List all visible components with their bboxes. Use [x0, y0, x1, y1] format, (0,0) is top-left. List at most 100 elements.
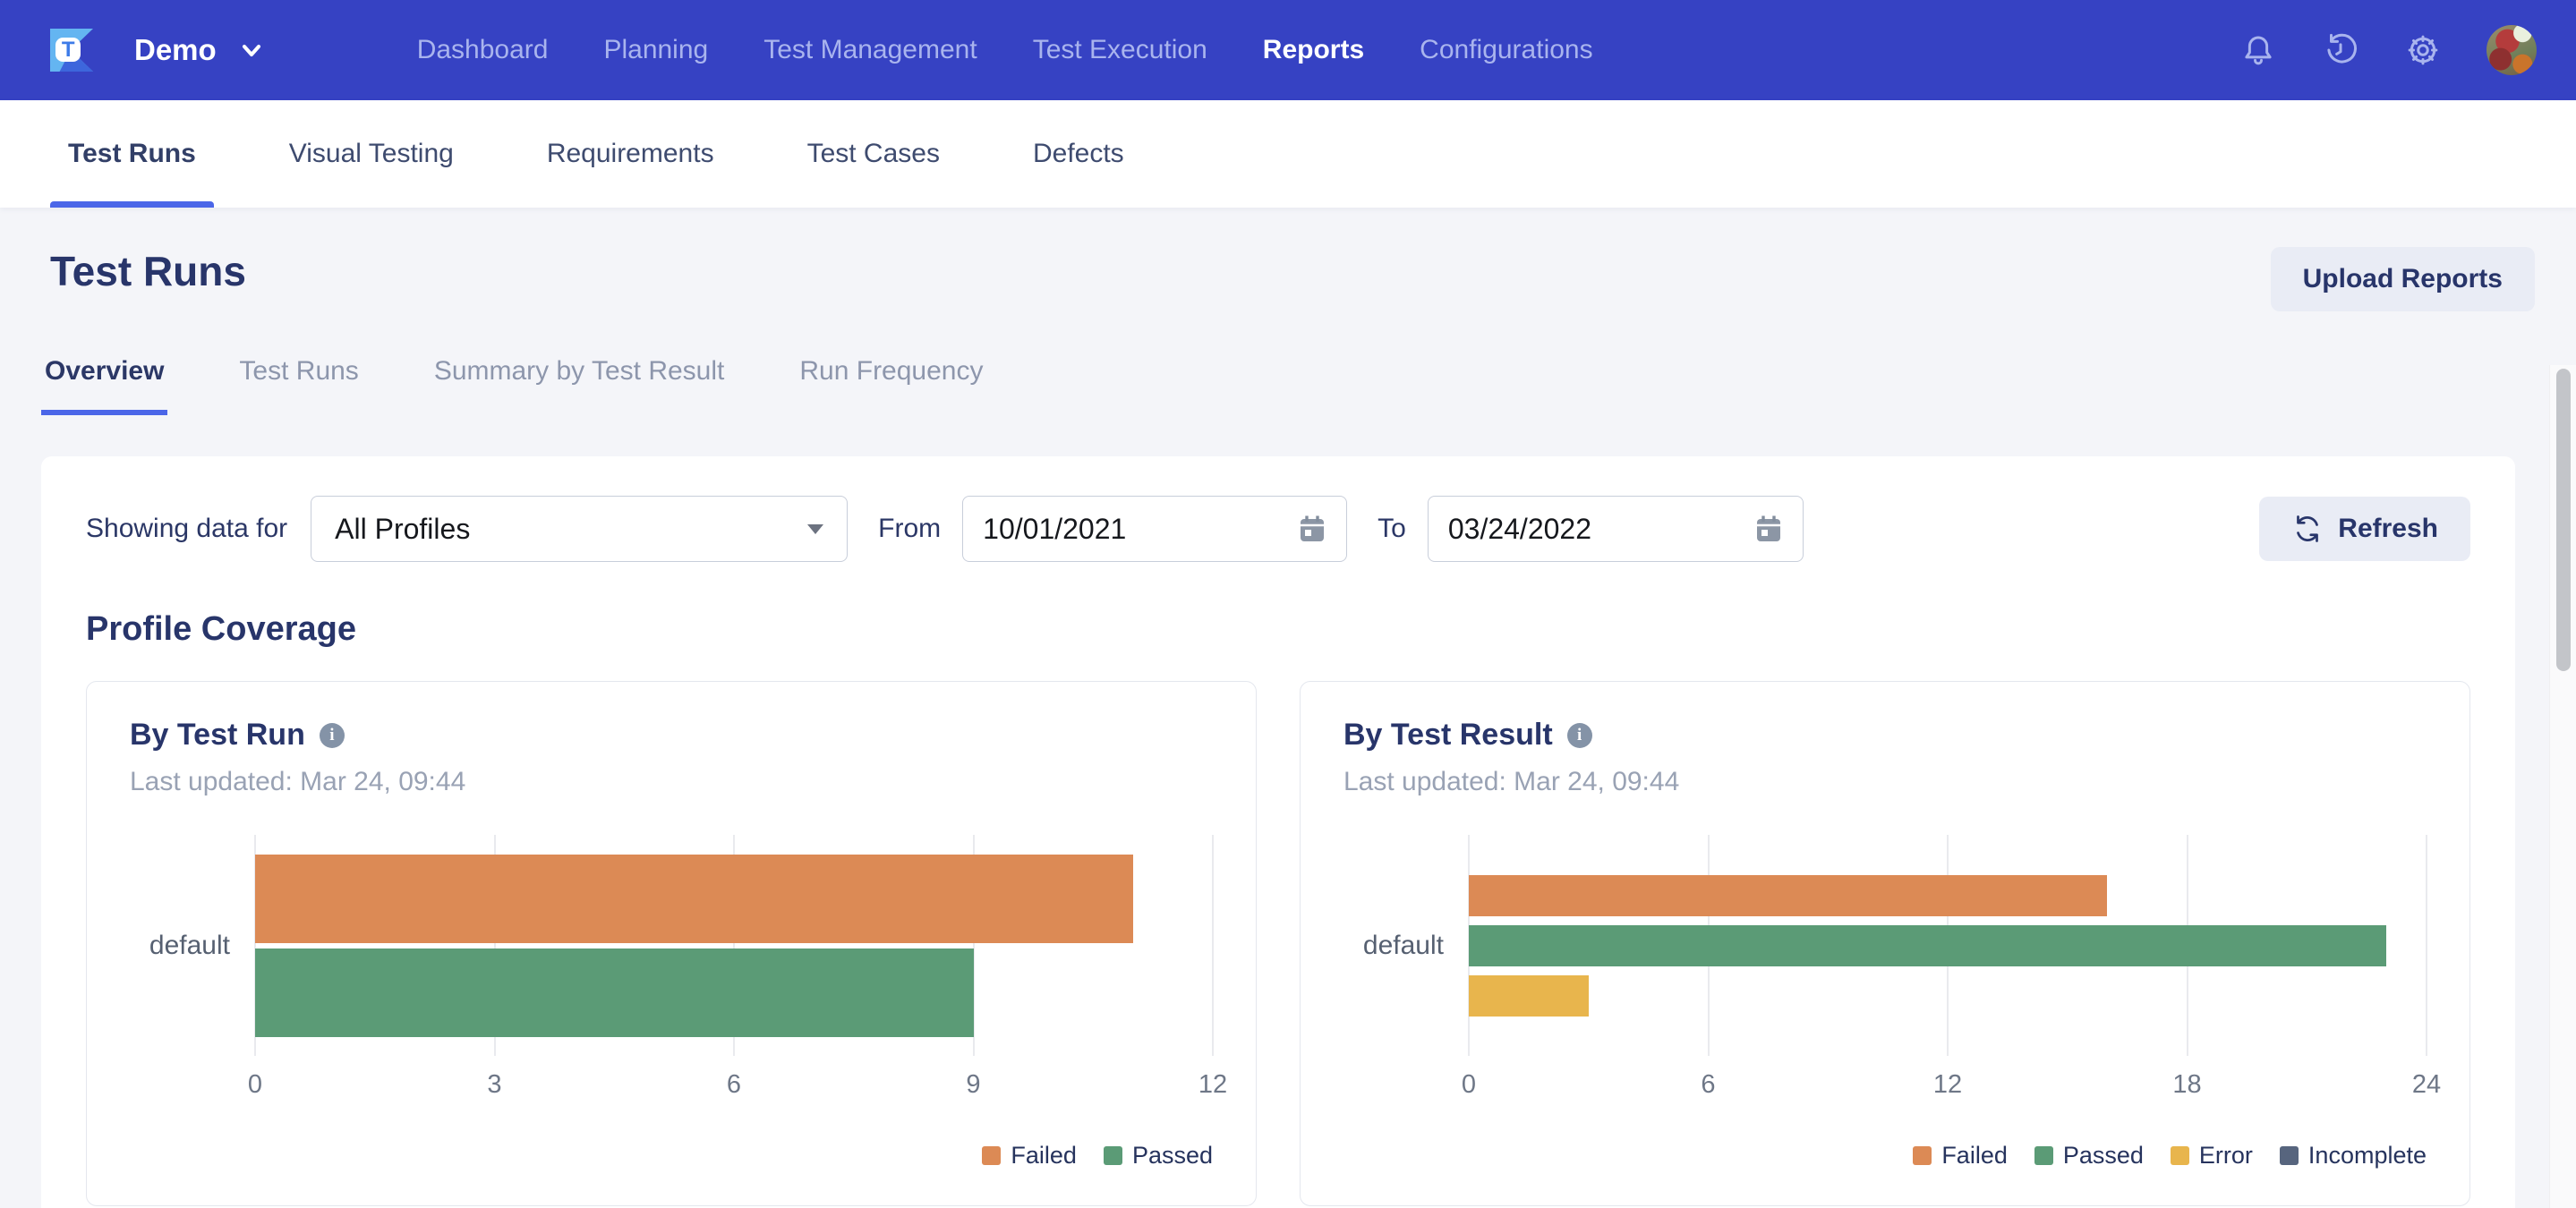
from-date-input[interactable]: 10/01/2021 [962, 496, 1347, 562]
info-icon[interactable]: i [320, 723, 345, 748]
notifications-button[interactable] [2239, 31, 2277, 69]
subtab-overview[interactable]: Overview [41, 356, 167, 415]
info-icon[interactable]: i [1567, 723, 1592, 748]
chart-card-by-test-run: By Test Run i Last updated: Mar 24, 09:4… [86, 681, 1257, 1206]
select-caret-icon [807, 524, 823, 534]
profile-select[interactable]: All Profiles [311, 496, 848, 562]
category-label: default [1343, 931, 1469, 961]
legend-swatch [2280, 1146, 2299, 1165]
legend-swatch [982, 1146, 1001, 1165]
gridline [2426, 835, 2427, 1056]
legend-item-failed: Failed [1913, 1142, 2008, 1170]
bar-passed [1469, 925, 2386, 966]
bar-chart: default 036912 [130, 835, 1213, 1056]
calendar-icon[interactable] [1754, 514, 1783, 544]
legend-item-incomplete: Incomplete [2280, 1142, 2427, 1170]
profile-select-value: All Profiles [335, 513, 470, 546]
overview-panel: Showing data for All Profiles From 10/01… [41, 456, 2515, 1208]
history-button[interactable] [2322, 31, 2359, 69]
bar-failed [255, 855, 1133, 943]
gear-icon [2404, 31, 2442, 69]
x-tick-label: 6 [1701, 1070, 1715, 1100]
top-navbar: T Demo Dashboard Planning Test Managemen… [0, 0, 2576, 100]
from-date-value: 10/01/2021 [983, 513, 1298, 546]
plot-area: 06121824 [1469, 835, 2427, 1056]
nav-item-dashboard[interactable]: Dashboard [417, 35, 549, 65]
tab-test-runs[interactable]: Test Runs [50, 100, 214, 208]
nav-item-test-execution[interactable]: Test Execution [1033, 35, 1207, 65]
gridline [1212, 835, 1214, 1056]
profile-filter-label: Showing data for [86, 514, 287, 544]
tab-test-cases[interactable]: Test Cases [789, 100, 958, 208]
legend-item-failed: Failed [982, 1142, 1077, 1170]
refresh-button[interactable]: Refresh [2259, 497, 2470, 561]
tab-visual-testing[interactable]: Visual Testing [271, 100, 472, 208]
bar-failed [1469, 875, 2107, 916]
chart-title: By Test Result [1343, 718, 1553, 753]
nav-item-test-management[interactable]: Test Management [763, 35, 977, 65]
page-title: Test Runs [50, 247, 246, 295]
chart-card-by-test-result: By Test Result i Last updated: Mar 24, 0… [1300, 681, 2470, 1206]
nav-item-reports[interactable]: Reports [1263, 35, 1364, 65]
tab-defects[interactable]: Defects [1015, 100, 1142, 208]
user-avatar[interactable] [2486, 25, 2537, 75]
bar-chart: default 06121824 [1343, 835, 2427, 1056]
legend-swatch [1104, 1146, 1122, 1165]
legend-swatch [2171, 1146, 2189, 1165]
from-label: From [878, 514, 941, 544]
legend-item-passed: Passed [1104, 1142, 1213, 1170]
nav-item-planning[interactable]: Planning [603, 35, 708, 65]
legend-label: Incomplete [2308, 1142, 2427, 1170]
settings-button[interactable] [2404, 31, 2442, 69]
legend-label: Failed [1941, 1142, 2008, 1170]
x-tick-label: 12 [1933, 1070, 1962, 1100]
filter-bar: Showing data for All Profiles From 10/01… [86, 496, 2470, 562]
refresh-icon [2291, 513, 2324, 545]
last-updated-text: Last updated: Mar 24, 09:44 [1343, 767, 2427, 797]
x-tick-label: 0 [248, 1070, 262, 1100]
subtab-test-runs[interactable]: Test Runs [235, 356, 362, 415]
subtab-run-frequency[interactable]: Run Frequency [796, 356, 986, 415]
vertical-scrollbar[interactable] [2549, 365, 2576, 1208]
last-updated-text: Last updated: Mar 24, 09:44 [130, 767, 1213, 797]
legend-swatch [1913, 1146, 1932, 1165]
legend-label: Error [2199, 1142, 2253, 1170]
x-tick-label: 12 [1198, 1070, 1227, 1100]
calendar-icon[interactable] [1298, 514, 1326, 544]
x-tick-label: 6 [727, 1070, 741, 1100]
refresh-label: Refresh [2338, 514, 2438, 544]
subtab-summary-by-test-result[interactable]: Summary by Test Result [431, 356, 729, 415]
nav-item-configurations[interactable]: Configurations [1420, 35, 1592, 65]
app-logo[interactable]: T [50, 29, 93, 72]
x-tick-label: 0 [1462, 1070, 1476, 1100]
chart-legend: Failed Passed Error Incomplete [1343, 1142, 2427, 1170]
history-icon [2322, 31, 2359, 69]
report-subtabs: Overview Test Runs Summary by Test Resul… [41, 356, 2576, 415]
x-tick-label: 24 [2412, 1070, 2441, 1100]
to-date-value: 03/24/2022 [1448, 513, 1754, 546]
project-switcher[interactable] [238, 39, 265, 61]
scrollbar-thumb[interactable] [2556, 369, 2571, 671]
primary-navigation: Dashboard Planning Test Management Test … [417, 35, 1593, 65]
chart-title: By Test Run [130, 718, 305, 753]
bar-error [1469, 975, 1589, 1017]
chevron-down-icon [238, 39, 265, 61]
x-tick-label: 18 [2172, 1070, 2201, 1100]
upload-reports-label: Upload Reports [2303, 264, 2503, 294]
legend-label: Passed [2063, 1142, 2144, 1170]
category-label: default [130, 931, 255, 961]
tab-requirements[interactable]: Requirements [529, 100, 732, 208]
plot-area: 036912 [255, 835, 1213, 1056]
project-name[interactable]: Demo [134, 33, 217, 67]
navbar-actions [2239, 25, 2537, 75]
bell-icon [2239, 31, 2277, 69]
module-tabs: Test Runs Visual Testing Requirements Te… [0, 100, 2576, 208]
section-title: Profile Coverage [86, 610, 2470, 649]
to-date-input[interactable]: 03/24/2022 [1428, 496, 1804, 562]
legend-swatch [2034, 1146, 2053, 1165]
bar-passed [255, 949, 974, 1037]
legend-item-error: Error [2171, 1142, 2253, 1170]
x-tick-label: 9 [966, 1070, 980, 1100]
logo-letter: T [55, 38, 81, 63]
upload-reports-button[interactable]: Upload Reports [2271, 247, 2535, 311]
